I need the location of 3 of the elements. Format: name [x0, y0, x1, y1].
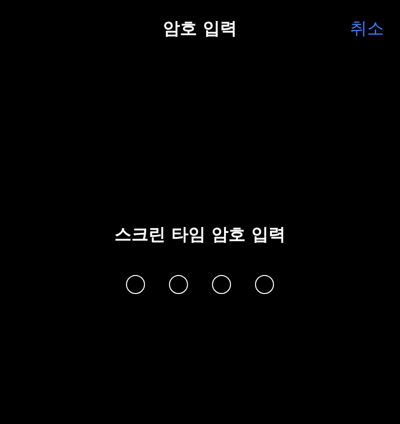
screen-title: 암호 입력: [163, 18, 237, 40]
passcode-prompt: 스크린 타임 암호 입력: [114, 224, 286, 246]
cancel-button[interactable]: 취소: [350, 16, 384, 40]
